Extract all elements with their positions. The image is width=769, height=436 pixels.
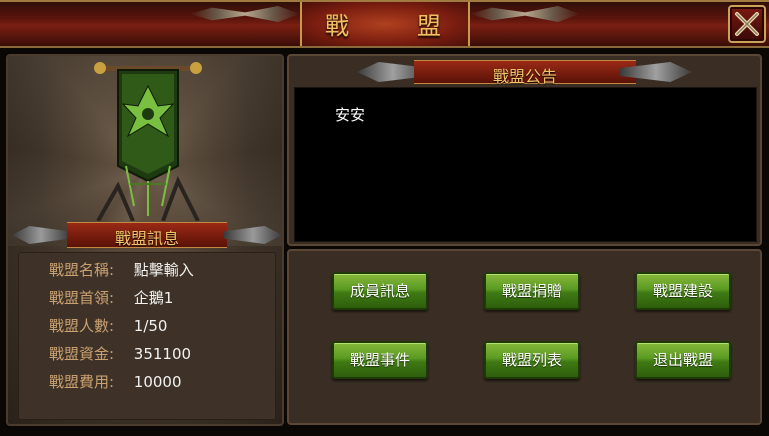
guild-fee-value: 10000	[133, 373, 182, 391]
header-wing-left	[12, 226, 70, 244]
guild-info-title: 戰盟訊息	[114, 229, 179, 248]
guild-notice-title: 戰盟公告	[492, 67, 557, 86]
info-row-fee: 戰盟費用: 10000	[49, 371, 182, 393]
guild-info-header: 戰盟訊息	[12, 222, 282, 248]
info-label: 戰盟資金:	[49, 345, 115, 363]
guild-events-button[interactable]: 戰盟事件	[332, 341, 428, 379]
guild-members-value: 1/50	[133, 317, 168, 335]
guild-funds-value: 351100	[133, 345, 192, 363]
info-label: 戰盟費用:	[49, 373, 115, 391]
guild-notice-header: 戰盟公告	[289, 58, 760, 86]
guild-build-button[interactable]: 戰盟建設	[635, 272, 731, 310]
guild-info-panel: 戰盟訊息 戰盟名稱: 點擊輸入 戰盟首領: 企鵝1 戰盟人數: 1/50 戰盟資…	[6, 54, 284, 426]
info-label: 戰盟首領:	[49, 289, 115, 307]
guild-donate-button[interactable]: 戰盟捐贈	[484, 272, 580, 310]
window-title: 戰 盟	[325, 12, 463, 40]
notice-text: 安安	[335, 106, 366, 124]
close-icon	[735, 12, 759, 36]
info-row-name: 戰盟名稱: 點擊輸入	[49, 259, 194, 281]
guild-list-button[interactable]: 戰盟列表	[484, 341, 580, 379]
guild-info-list: 戰盟名稱: 點擊輸入 戰盟首領: 企鵝1 戰盟人數: 1/50 戰盟資金: 35…	[18, 252, 276, 420]
info-row-members: 戰盟人數: 1/50	[49, 315, 167, 337]
bottom-strip	[0, 428, 769, 436]
guild-notice-content[interactable]: 安安	[294, 87, 757, 242]
member-info-button[interactable]: 成員訊息	[332, 272, 428, 310]
info-row-funds: 戰盟資金: 351100	[49, 343, 191, 365]
info-row-leader: 戰盟首領: 企鵝1	[49, 287, 173, 309]
title-ornament-left	[190, 6, 300, 22]
header-wing-right	[224, 226, 282, 244]
guild-banner-emblem	[94, 62, 202, 221]
leave-guild-button[interactable]: 退出戰盟	[635, 341, 731, 379]
info-label: 戰盟人數:	[49, 317, 115, 335]
guild-notice-panel: 戰盟公告 安安	[287, 54, 762, 246]
guild-leader-value: 企鵝1	[133, 289, 174, 307]
info-label: 戰盟名稱:	[49, 261, 115, 279]
close-button[interactable]	[728, 5, 766, 43]
title-bar: 戰 盟	[0, 0, 769, 48]
title-ornament-right	[470, 6, 580, 22]
guild-name-value[interactable]: 點擊輸入	[134, 261, 194, 279]
guild-actions-panel: 成員訊息 戰盟捐贈 戰盟建設 戰盟事件 戰盟列表 退出戰盟	[287, 249, 762, 425]
